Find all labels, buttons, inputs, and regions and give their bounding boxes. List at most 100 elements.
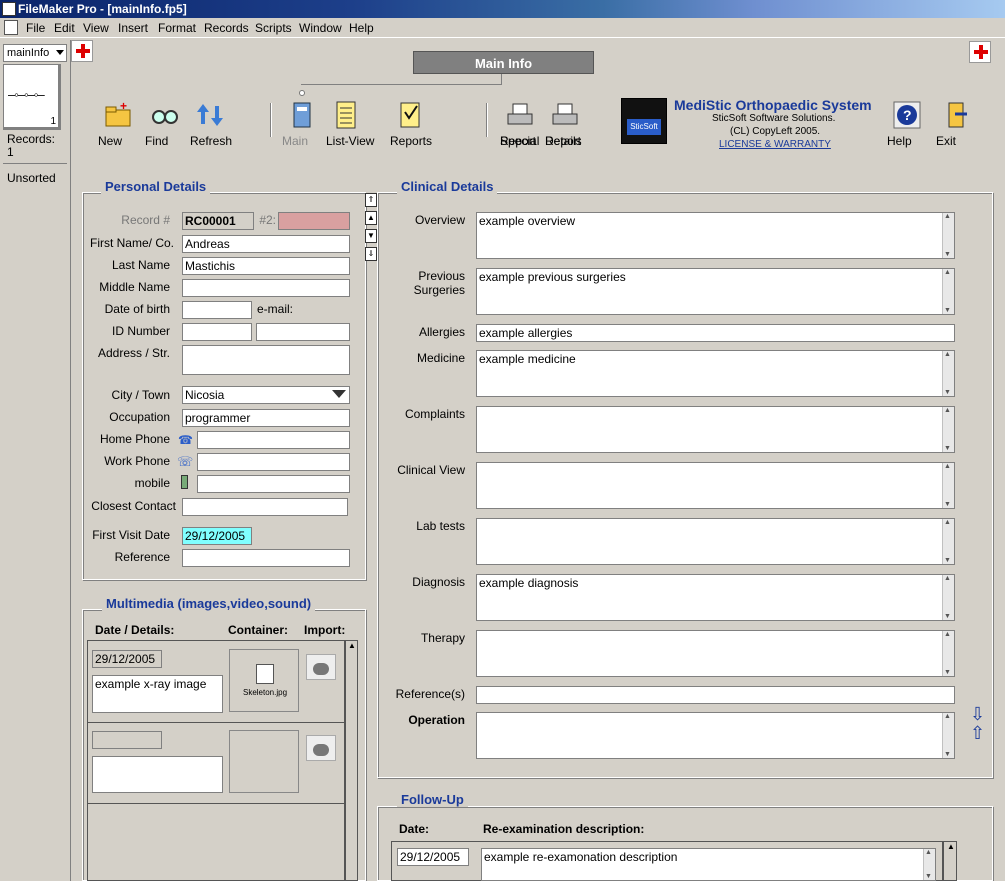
complaints-field[interactable] [476,406,955,453]
menu-window[interactable]: Window [299,21,342,35]
list-view-button[interactable]: List-View [326,100,374,148]
references-field[interactable] [476,686,955,704]
media-container[interactable]: Skeleton.jpg [229,649,299,712]
follow-up-col-date: Date: [399,822,430,836]
camera-import-icon[interactable] [306,654,336,680]
portal-scrollbar[interactable]: ▲ [345,640,358,881]
divider [87,722,345,723]
document-icon[interactable] [4,20,18,35]
home-phone-field[interactable] [197,431,350,449]
allergies-field[interactable]: example allergies [476,324,955,342]
refresh-button[interactable]: Refresh [190,100,232,148]
camera-import-icon[interactable] [306,735,336,761]
last-record-icon[interactable]: ⇓ [365,247,377,261]
previous-surgeries-field[interactable]: example previous surgeries [476,268,955,315]
id-number-field[interactable] [182,323,252,341]
scrollbar[interactable] [942,213,954,258]
diagnosis-field[interactable]: example diagnosis [476,574,955,621]
media-details-field[interactable]: example x-ray image [92,675,223,713]
reports-button[interactable]: Reports [390,100,432,148]
occupation-field[interactable]: programmer [182,409,350,427]
email-field[interactable] [256,323,350,341]
medicine-text: example medicine [479,352,576,366]
arrow-down-icon[interactable]: ⇩ [970,704,985,725]
first-visit-field[interactable]: 29/12/2005 [182,527,252,545]
find-button[interactable]: Find [145,100,185,148]
scrollbar[interactable] [942,463,954,508]
record-number-label: Record # [121,213,170,227]
dob-field[interactable] [182,301,252,319]
menu-format[interactable]: Format [158,21,196,35]
city-select[interactable]: Nicosia [182,386,350,404]
mobile-field[interactable] [197,475,350,493]
new-button[interactable]: + New [98,99,138,148]
id-number-label: ID Number [111,324,170,338]
menu-insert[interactable]: Insert [118,21,148,35]
overview-field[interactable]: example overview [476,212,955,259]
scrollbar[interactable] [942,407,954,452]
menu-edit[interactable]: Edit [54,21,75,35]
menu-scripts[interactable]: Scripts [255,21,292,35]
previous-record-icon[interactable]: ▲ [365,211,377,225]
main-info-tab[interactable]: Main Info [413,51,594,74]
medicine-field[interactable]: example medicine [476,350,955,397]
address-field[interactable] [182,345,350,375]
follow-up-title: Follow-Up [397,792,468,807]
mobile-phone-icon [181,475,188,489]
media-details-field[interactable] [92,756,223,793]
media-date-field[interactable] [92,731,162,749]
scrollbar[interactable] [942,713,954,758]
details-report-button[interactable]: Details Report [545,100,585,148]
media-date-field[interactable]: 29/12/2005 [92,650,162,668]
menu-view[interactable]: View [83,21,109,35]
arrow-up-icon[interactable]: ⇧ [970,723,985,744]
filemaker-app-icon [2,2,16,16]
license-link[interactable]: LICENSE & WARRANTY [719,139,831,150]
work-phone-field[interactable] [197,453,350,471]
scrollbar[interactable] [942,631,954,676]
second-number-field[interactable] [278,212,350,230]
last-name-field[interactable]: Mastichis [182,257,350,275]
home-phone-label: Home Phone [99,432,170,446]
layout-selector[interactable]: mainInfo [3,44,67,62]
logo-label: SticSoft [627,119,661,135]
reference-field[interactable] [182,549,350,567]
layout-selector-value: mainInfo [7,47,50,59]
main-button[interactable]: Main [282,100,322,148]
follow-up-date-field[interactable]: 29/12/2005 [397,848,469,866]
mobile-label: mobile [134,476,170,490]
menu-help[interactable]: Help [349,21,374,35]
lab-tests-field[interactable] [476,518,955,565]
menu-records[interactable]: Records [204,21,249,35]
closest-contact-field[interactable] [182,498,348,516]
operation-field[interactable] [476,712,955,759]
menu-file[interactable]: File [26,21,45,35]
special-report-button[interactable]: Special Report [500,100,540,148]
follow-up-desc-field[interactable]: example re-examonation description [481,848,936,881]
image-file-icon [256,664,274,684]
last-name-label: Last Name [111,258,170,272]
scrollbar[interactable] [942,351,954,396]
media-container[interactable] [229,730,299,793]
first-name-field[interactable]: Andreas [182,235,350,253]
first-record-icon[interactable]: ⇑ [365,193,377,207]
second-number-label: #2: [259,213,276,227]
record-book[interactable]: –◦–◦–◦– 1 [3,64,61,130]
scrollbar[interactable] [923,849,935,880]
help-icon: ? [892,100,922,130]
menu-bar: File Edit View Insert Format Records Scr… [0,18,1005,38]
middle-name-field[interactable] [182,279,350,297]
portal-scrollbar[interactable]: ▲ [943,841,957,881]
exit-button[interactable]: Exit [936,100,976,148]
chevron-down-icon [332,390,346,398]
scrollbar[interactable] [942,575,954,620]
first-visit-label: First Visit Date [92,528,170,542]
next-record-icon[interactable]: ▼ [365,229,377,243]
clinical-view-field[interactable] [476,462,955,509]
multimedia-col-import: Import: [304,623,346,637]
help-button[interactable]: ? Help [887,100,927,148]
therapy-field[interactable] [476,630,955,677]
scrollbar[interactable] [942,269,954,314]
address-label: Address / Str. [97,346,170,360]
scrollbar[interactable] [942,519,954,564]
